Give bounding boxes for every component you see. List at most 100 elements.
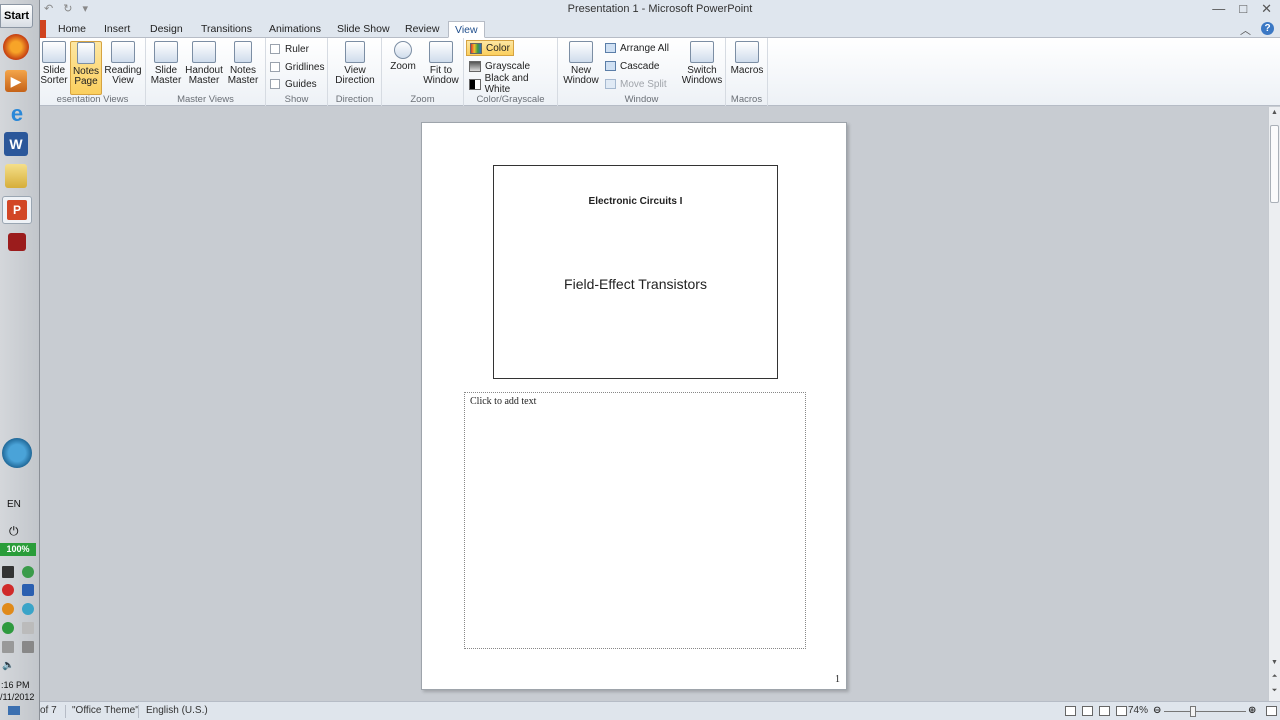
black-white-swatch-icon	[469, 78, 481, 90]
gridlines-label: Gridlines	[285, 61, 325, 73]
tray-app-icon[interactable]	[2, 566, 14, 578]
tab-home[interactable]: Home	[52, 21, 92, 38]
vertical-scrollbar[interactable]: ▲ ▼ ⏶ ⏷	[1268, 107, 1280, 701]
zoom-in-icon[interactable]: ⊕	[1248, 705, 1256, 716]
group-color-grayscale: Color Grayscale Black and White Color/Gr…	[464, 38, 558, 106]
reading-view-button[interactable]: Reading View	[104, 41, 142, 95]
theme-name[interactable]: "Office Theme"	[72, 705, 139, 716]
color-button[interactable]: Color	[466, 40, 514, 56]
zoom-level[interactable]: 74%	[1128, 705, 1148, 716]
previous-slide-icon[interactable]: ⏶	[1269, 673, 1280, 685]
fit-slide-icon[interactable]	[1266, 706, 1277, 716]
zoom-slider-track[interactable]	[1164, 711, 1246, 712]
status-separator	[65, 705, 66, 718]
help-icon[interactable]: ?	[1261, 22, 1274, 35]
notes-master-label: Notes Master	[227, 65, 259, 86]
new-window-button[interactable]: New Window	[562, 41, 600, 95]
tab-file[interactable]	[40, 20, 46, 38]
grayscale-button[interactable]: Grayscale	[466, 58, 533, 74]
notes-page-button[interactable]: Notes Page	[70, 41, 102, 95]
powerpoint-icon[interactable]: P	[2, 196, 32, 224]
tab-view[interactable]: View	[448, 21, 485, 38]
collapse-ribbon-icon[interactable]: ︿	[1240, 22, 1251, 38]
status-bar: of 7 "Office Theme" English (U.S.) 74% ⊖…	[40, 701, 1280, 720]
notes-master-button[interactable]: Notes Master	[226, 41, 260, 95]
switch-windows-button[interactable]: Switch Windows	[680, 41, 724, 95]
maximize-icon[interactable]: □	[1239, 1, 1247, 17]
next-slide-icon[interactable]: ⏷	[1269, 687, 1280, 699]
cascade-button[interactable]: Cascade	[602, 58, 662, 74]
slide-thumbnail[interactable]: Electronic Circuits I Field-Effect Trans…	[493, 165, 778, 379]
tray-flag-icon[interactable]	[22, 622, 34, 634]
macros-icon	[735, 41, 759, 63]
zoom-label: Zoom	[390, 61, 416, 72]
arrange-all-button[interactable]: Arrange All	[602, 40, 672, 56]
macros-button[interactable]: Macros	[729, 41, 765, 95]
group-show: Ruler Gridlines Guides Show	[266, 38, 328, 106]
zoom-button[interactable]: Zoom	[386, 41, 420, 95]
network-icon[interactable]	[2, 438, 32, 468]
volume-icon[interactable]: 🔈	[2, 660, 14, 671]
tray-display-icon[interactable]	[2, 641, 14, 653]
tray-shield-icon[interactable]	[22, 584, 34, 596]
handout-master-button[interactable]: Handout Master	[184, 41, 224, 95]
reading-view-icon-status[interactable]	[1099, 706, 1110, 716]
tray-signal-icon[interactable]	[22, 641, 34, 653]
gridlines-check-box[interactable]	[270, 62, 280, 72]
tray-stop-icon[interactable]	[2, 584, 14, 596]
gridlines-checkbox[interactable]: Gridlines	[270, 59, 324, 75]
tray-sync-icon[interactable]	[22, 566, 34, 578]
fit-to-window-button[interactable]: Fit to Window	[422, 41, 460, 95]
guides-check-box[interactable]	[270, 79, 280, 89]
language-indicator[interactable]: EN	[7, 499, 21, 510]
zoom-slider-thumb[interactable]	[1190, 706, 1196, 717]
ruler-check-box[interactable]	[270, 44, 280, 54]
tab-slide-show[interactable]: Slide Show	[331, 21, 396, 38]
arrange-all-label: Arrange All	[620, 42, 669, 54]
ruler-checkbox[interactable]: Ruler	[270, 41, 309, 57]
tool-icon[interactable]	[2, 228, 32, 256]
slide-master-button[interactable]: Slide Master	[150, 41, 182, 95]
tray-row-4	[0, 622, 36, 638]
group-direction: View Direction Direction	[328, 38, 382, 106]
minimize-icon[interactable]: —	[1212, 1, 1225, 17]
ruler-label: Ruler	[285, 43, 309, 55]
scrollbar-thumb[interactable]	[1270, 125, 1279, 203]
title-bar: ↶ ↻ ▾ Presentation 1 - Microsoft PowerPo…	[40, 0, 1280, 20]
tab-transitions[interactable]: Transitions	[195, 21, 258, 38]
notes-placeholder-box[interactable]: Click to add text	[464, 392, 806, 649]
tray-tool-icon[interactable]	[2, 603, 14, 615]
language-status[interactable]: English (U.S.)	[146, 705, 208, 716]
new-window-label: New Window	[563, 65, 599, 86]
guides-checkbox[interactable]: Guides	[270, 76, 317, 92]
black-and-white-button[interactable]: Black and White	[466, 73, 557, 95]
slide-sorter-view-icon[interactable]	[1082, 706, 1093, 716]
tab-design[interactable]: Design	[144, 21, 189, 38]
window-title: Presentation 1 - Microsoft PowerPoint	[567, 3, 753, 15]
zoom-out-icon[interactable]: ⊖	[1153, 705, 1161, 716]
start-button[interactable]: Start	[0, 4, 33, 28]
scroll-up-icon[interactable]: ▲	[1269, 109, 1280, 121]
view-direction-button[interactable]: View Direction	[331, 41, 379, 95]
clock-time: :16 PM	[1, 680, 30, 690]
tab-review[interactable]: Review	[399, 21, 445, 38]
word-icon[interactable]: W	[4, 132, 28, 156]
tray-update-icon[interactable]	[2, 622, 14, 634]
tray-row-2	[0, 584, 36, 600]
scroll-down-icon[interactable]: ▼	[1269, 659, 1280, 671]
internet-explorer-icon[interactable]: e	[2, 100, 32, 128]
normal-view-icon[interactable]	[1065, 706, 1076, 716]
tab-animations[interactable]: Animations	[263, 21, 327, 38]
show-desktop-icon[interactable]	[8, 706, 20, 715]
slide-show-view-icon[interactable]	[1116, 706, 1127, 716]
tray-globe-icon[interactable]	[22, 603, 34, 615]
group-window: New Window Arrange All Cascade Move Spli…	[558, 38, 726, 106]
slide-sorter-button[interactable]: Slide Sorter	[40, 41, 68, 95]
guides-label: Guides	[285, 78, 317, 90]
tab-insert[interactable]: Insert	[98, 21, 136, 38]
media-player-icon[interactable]: ▶	[5, 70, 27, 92]
firefox-icon[interactable]	[3, 34, 29, 60]
close-icon[interactable]: ✕	[1261, 1, 1272, 17]
folder-icon[interactable]	[5, 164, 27, 188]
slide-heading: Electronic Circuits I	[588, 196, 683, 207]
